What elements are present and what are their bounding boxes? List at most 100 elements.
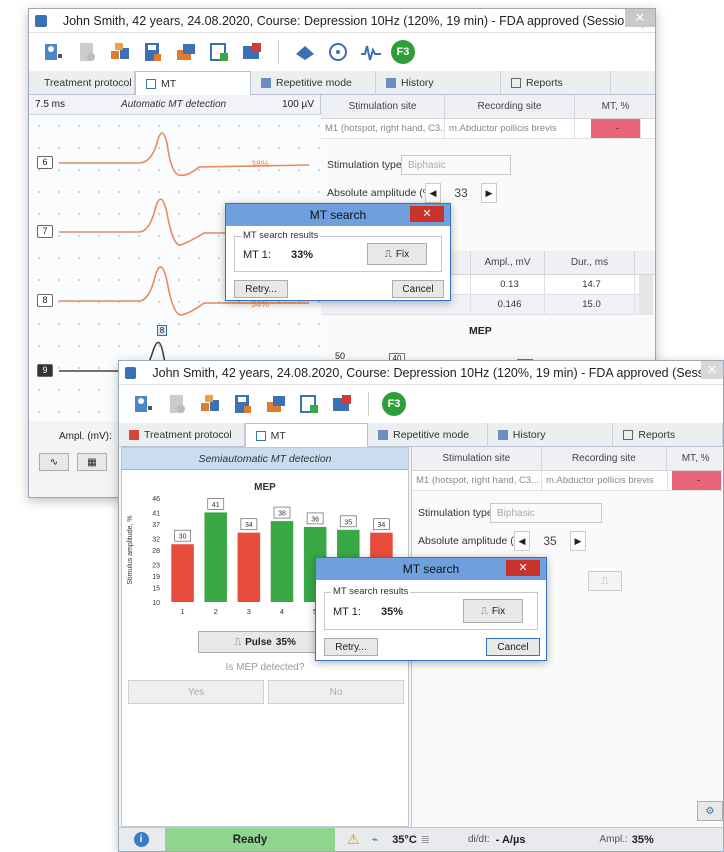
increment-button[interactable]: ▶ xyxy=(481,183,497,203)
bar xyxy=(237,532,261,602)
table-scrollbar[interactable] xyxy=(639,275,653,315)
calendar-icon[interactable] xyxy=(296,391,322,417)
close-button[interactable]: ✕ xyxy=(701,361,723,379)
trace-marker[interactable]: 8 xyxy=(157,325,167,336)
fix-pulse-button[interactable]: ⎍ xyxy=(588,571,622,591)
voltage-scale-select[interactable]: 100 µV xyxy=(282,99,314,110)
close-session-icon[interactable] xyxy=(329,391,355,417)
cubes-icon[interactable] xyxy=(197,391,223,417)
site-grid-row[interactable]: M1 (hotspot, right hand, C3... m.Abducto… xyxy=(321,119,655,139)
tab-history[interactable]: History xyxy=(488,423,614,447)
col-recording-site[interactable]: Recording site xyxy=(445,95,575,118)
export-icon[interactable] xyxy=(173,39,199,65)
fix-button[interactable]: ⎍ Fix xyxy=(367,243,427,265)
thermometer-icon: ≣ xyxy=(420,834,430,846)
cell-recording: m.Abductor pollicis brevis xyxy=(445,119,575,138)
close-session-icon[interactable] xyxy=(239,39,265,65)
head-target-icon[interactable] xyxy=(325,39,351,65)
trace-number[interactable]: 7 xyxy=(37,225,53,238)
warning-icon[interactable]: ⚠ xyxy=(347,831,360,848)
tab-repetitive-mode[interactable]: Repetitive mode xyxy=(251,71,376,95)
abs-amp-value[interactable]: 35 xyxy=(530,534,570,548)
tab-mt[interactable]: MT xyxy=(135,71,251,96)
abs-amp-stepper[interactable]: ◀ 33 ▶ xyxy=(425,183,497,203)
waveform-icon[interactable] xyxy=(358,39,384,65)
export-icon[interactable] xyxy=(263,391,289,417)
tab-repetitive-mode[interactable]: Repetitive mode xyxy=(368,423,488,447)
site-grid-header: Stimulation site Recording site MT, % xyxy=(321,95,655,119)
cell-dur: 14.7 xyxy=(545,275,635,294)
cancel-button[interactable]: Cancel xyxy=(486,638,540,656)
cell-mt: - xyxy=(672,471,722,490)
f3-icon[interactable]: F3 xyxy=(382,392,406,416)
tab-label: Treatment protocol xyxy=(144,429,232,441)
trace-compare-button[interactable]: ▦ xyxy=(77,453,107,471)
close-button[interactable]: ✕ xyxy=(625,9,655,27)
y-tick-label: 41 xyxy=(152,510,160,517)
tab-reports[interactable]: Reports xyxy=(501,71,611,95)
tab-mt[interactable]: MT xyxy=(244,423,369,448)
retry-button[interactable]: Retry... xyxy=(324,638,378,656)
time-scale-select[interactable]: 7.5 ms xyxy=(35,99,65,110)
tab-label: Repetitive mode xyxy=(393,429,470,441)
patient-icon[interactable] xyxy=(41,39,67,65)
decrement-button[interactable]: ◀ xyxy=(514,531,530,551)
col-mt[interactable]: MT, % xyxy=(667,447,723,470)
col-dur[interactable]: Dur., ms xyxy=(545,251,635,274)
cubes-icon[interactable] xyxy=(107,39,133,65)
increment-button[interactable]: ▶ xyxy=(570,531,586,551)
panel-title: Semiautomatic MT detection xyxy=(122,448,408,470)
abs-amp-stepper[interactable]: ◀ 35 ▶ xyxy=(514,531,586,551)
retry-button[interactable]: Retry... xyxy=(234,280,288,298)
col-stimulation-site[interactable]: Stimulation site xyxy=(321,95,445,118)
decrement-button[interactable]: ◀ xyxy=(425,183,441,203)
col-mt[interactable]: MT, % xyxy=(575,95,655,118)
pulse-button[interactable]: ⎍ Pulse 35% xyxy=(198,631,332,653)
trace-view-button[interactable]: ∿ xyxy=(39,453,69,471)
document-icon[interactable] xyxy=(164,391,190,417)
dialog-close-button[interactable]: ✕ xyxy=(410,206,444,222)
x-tick-label: 4 xyxy=(280,607,284,616)
fix-button[interactable]: ⎍ Fix xyxy=(463,599,523,623)
trace-number[interactable]: 6 xyxy=(37,156,53,169)
site-grid-row[interactable]: M1 (hotspot, right hand, C3... m.Abducto… xyxy=(412,471,723,491)
info-button[interactable]: i xyxy=(129,831,153,849)
col-ampl[interactable]: Ampl., mV xyxy=(471,251,545,274)
window-title: John Smith, 42 years, 24.08.2020, Course… xyxy=(62,13,655,28)
stim-type-select[interactable]: Biphasic xyxy=(401,155,511,175)
coil-icon[interactable] xyxy=(292,39,318,65)
tab-reports[interactable]: Reports xyxy=(613,423,723,447)
didt-label: di/dt: xyxy=(467,834,490,845)
dialog-close-button[interactable]: ✕ xyxy=(506,560,540,576)
col-recording-site[interactable]: Recording site xyxy=(542,447,668,470)
pulse-label: Pulse xyxy=(245,636,272,648)
bar xyxy=(270,521,294,602)
cancel-label: Cancel xyxy=(402,283,434,295)
tab-treatment-protocol[interactable]: Treatment protocol xyxy=(29,71,135,95)
x-tick-label: 1 xyxy=(180,607,184,616)
tab-label: MT xyxy=(270,430,286,442)
trace-number[interactable]: 8 xyxy=(37,294,53,307)
trace-number[interactable]: 9 xyxy=(37,364,53,377)
cancel-button[interactable]: Cancel xyxy=(392,280,444,298)
x-tick-label: 2 xyxy=(214,607,218,616)
tab-label: Reports xyxy=(638,429,676,441)
tab-history[interactable]: History xyxy=(376,71,501,95)
patient-icon[interactable] xyxy=(131,391,157,417)
pulse-icon: ⎍ xyxy=(601,575,609,587)
no-button[interactable]: No xyxy=(268,680,404,704)
yes-button[interactable]: Yes xyxy=(128,680,264,704)
status-bar: i Ready ⚠ ⌁ 35°C ≣ di/dt: - A/µs Ampl.: … xyxy=(119,827,723,851)
col-stimulation-site[interactable]: Stimulation site xyxy=(412,447,542,470)
x-tick-label: 3 xyxy=(247,607,251,616)
calendar-icon[interactable] xyxy=(206,39,232,65)
save-icon[interactable] xyxy=(140,39,166,65)
save-icon[interactable] xyxy=(230,391,256,417)
settings-button[interactable]: ⚙ xyxy=(697,801,723,821)
stim-type-select[interactable]: Biphasic xyxy=(490,503,602,523)
document-icon[interactable] xyxy=(74,39,100,65)
site-grid-header: Stimulation site Recording site MT, % xyxy=(412,447,723,471)
abs-amp-value[interactable]: 33 xyxy=(441,186,481,200)
f3-icon[interactable]: F3 xyxy=(391,40,415,64)
tab-treatment-protocol[interactable]: Treatment protocol xyxy=(119,423,245,447)
